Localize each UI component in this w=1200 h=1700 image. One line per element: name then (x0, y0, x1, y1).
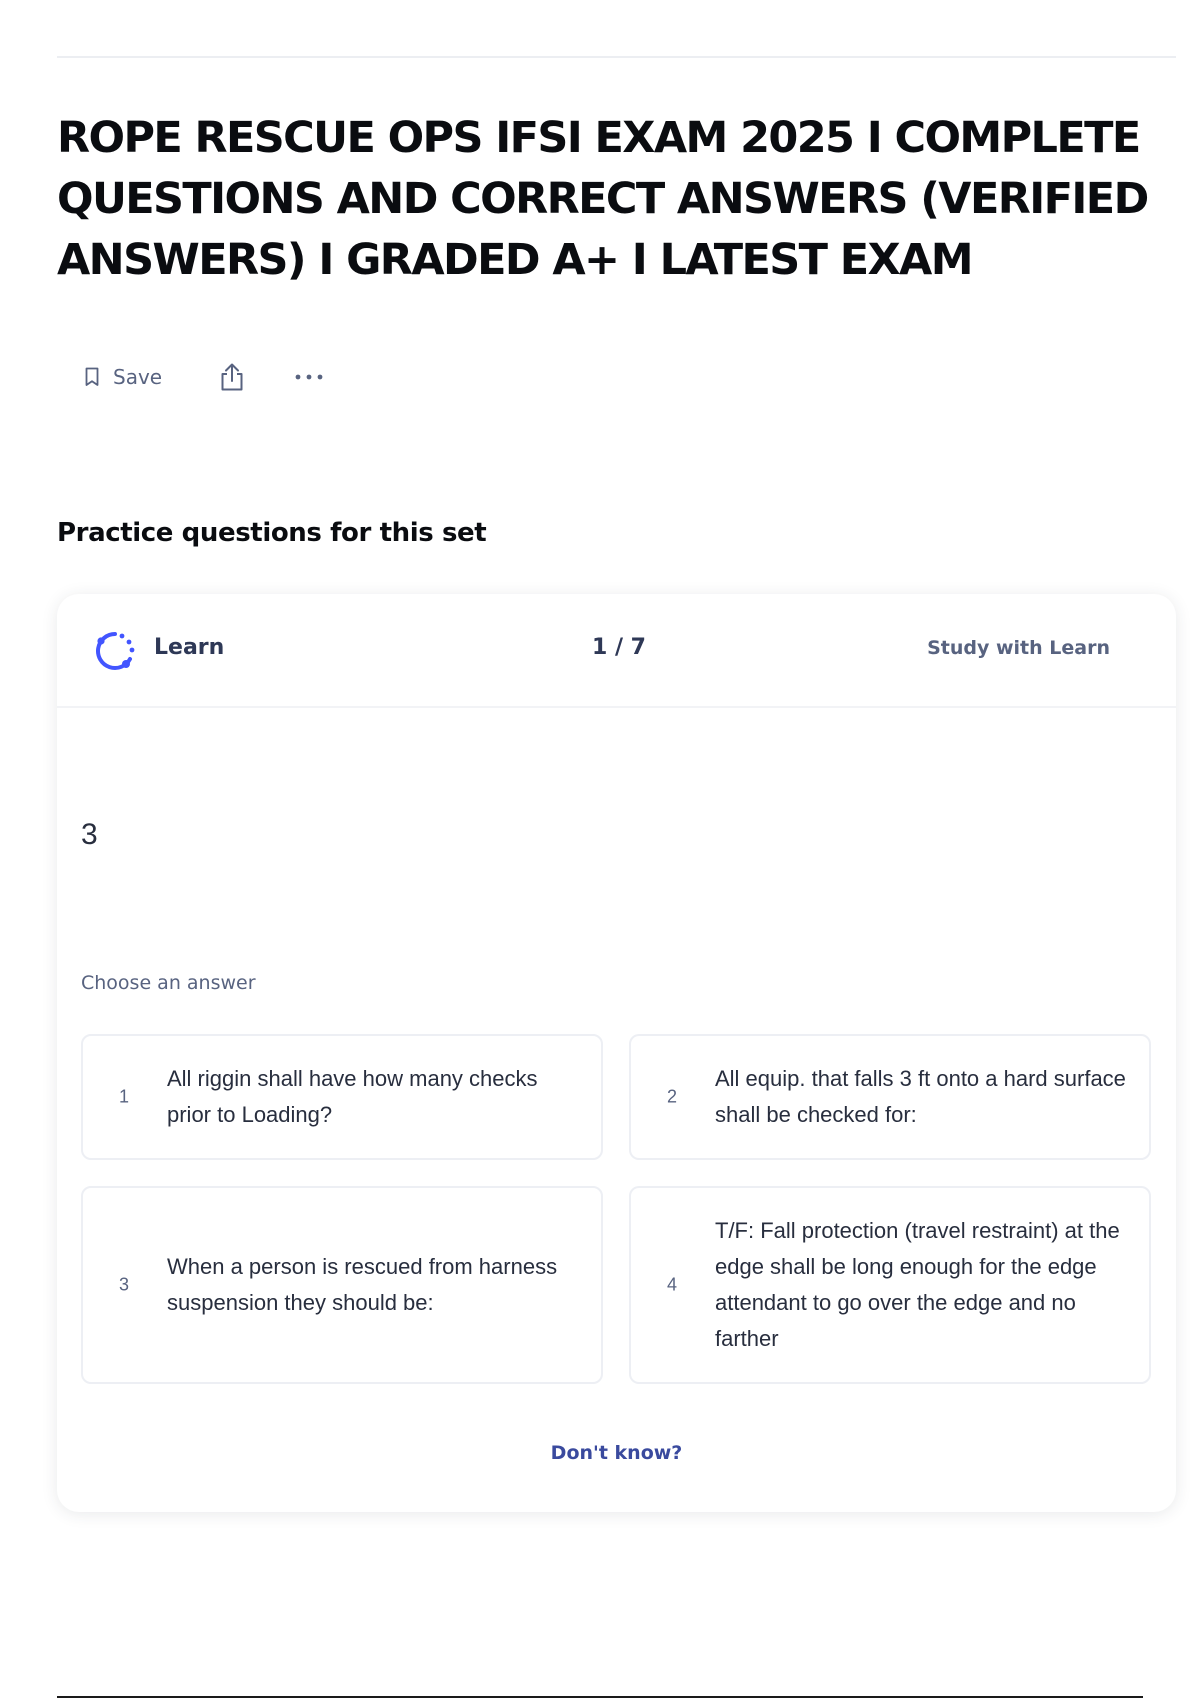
learn-card: Learn 1 / 7 Study with Learn 3 Choose an… (57, 594, 1176, 1512)
question-progress: 1 / 7 (592, 635, 646, 660)
dont-know-button[interactable]: Don't know? (57, 1442, 1176, 1464)
option-number: 4 (667, 1274, 678, 1295)
option-number: 3 (119, 1274, 130, 1295)
option-text: All riggin shall have how many checks pr… (167, 1066, 538, 1127)
more-options-button[interactable] (290, 369, 328, 385)
option-text: When a person is rescued from harness su… (167, 1254, 558, 1315)
option-text: All equip. that falls 3 ft onto a hard s… (715, 1066, 1126, 1127)
bookmark-icon (84, 367, 100, 387)
answer-option-1[interactable]: 1 All riggin shall have how many checks … (81, 1034, 603, 1160)
bottom-divider (57, 1696, 1143, 1698)
share-icon (218, 362, 246, 392)
save-label: Save (113, 365, 163, 389)
share-button[interactable] (214, 358, 250, 396)
option-number: 2 (667, 1086, 678, 1107)
answer-option-3[interactable]: 3 When a person is rescued from harness … (81, 1186, 603, 1384)
set-title: ROPE RESCUE OPS IFSI EXAM 2025 I COMPLET… (57, 113, 1149, 285)
practice-heading: Practice questions for this set (57, 518, 487, 548)
set-actions-toolbar: Save (78, 355, 328, 399)
option-text: T/F: Fall protection (travel restraint) … (715, 1218, 1120, 1351)
save-button[interactable]: Save (78, 361, 168, 393)
learn-progress-icon (94, 630, 136, 672)
top-divider (57, 56, 1176, 58)
more-horizontal-icon (294, 373, 324, 381)
option-number: 1 (119, 1086, 130, 1107)
learn-card-header: Learn 1 / 7 Study with Learn (57, 594, 1176, 708)
answer-option-4[interactable]: 4 T/F: Fall protection (travel restraint… (629, 1186, 1151, 1384)
choose-answer-label: Choose an answer (81, 972, 256, 994)
answer-option-2[interactable]: 2 All equip. that falls 3 ft onto a hard… (629, 1034, 1151, 1160)
question-term: 3 (81, 818, 98, 851)
study-with-learn-link[interactable]: Study with Learn (927, 637, 1110, 659)
learn-mode-label: Learn (154, 635, 225, 660)
